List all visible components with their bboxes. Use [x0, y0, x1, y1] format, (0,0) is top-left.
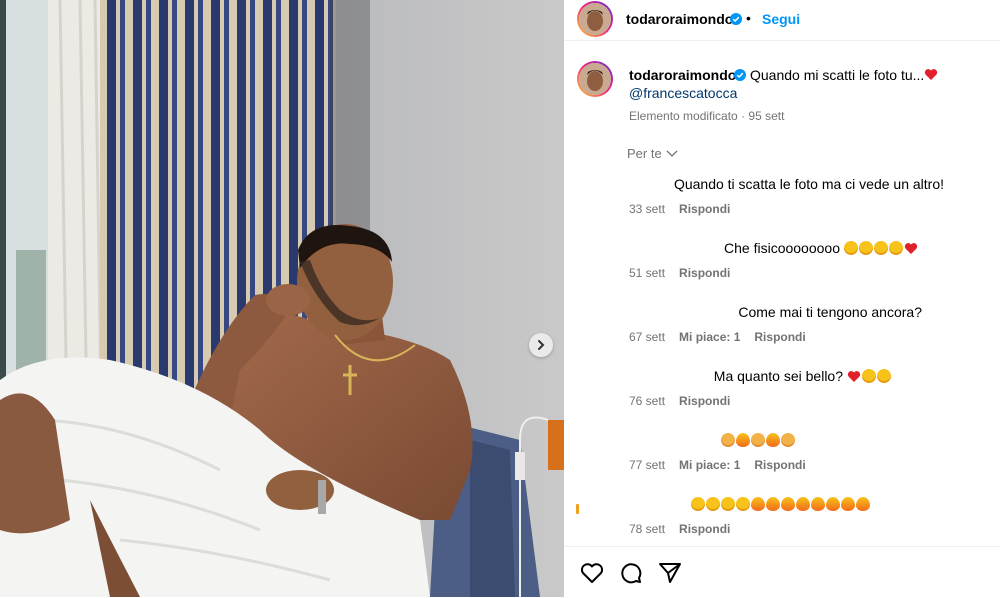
caption-avatar[interactable] — [577, 61, 613, 97]
fire-emoji-icon — [856, 497, 870, 511]
caption-username[interactable]: todaroraimondo — [629, 67, 736, 83]
heart-eyes-emoji-icon — [691, 497, 705, 511]
post-header: todaroraimondo • Segui — [564, 0, 1000, 41]
follow-button[interactable]: Segui — [762, 11, 800, 27]
comment-bubble-icon[interactable] — [619, 562, 643, 584]
paper-plane-icon[interactable] — [658, 562, 682, 584]
comment-age: 78 sett — [629, 522, 666, 536]
comment-age: 77 sett — [629, 458, 666, 472]
heart-eyes-emoji-icon — [874, 241, 888, 255]
post-details-panel: todaroraimondo • Segui todaroraimondo Qu… — [564, 0, 1000, 597]
heart-eyes-emoji-icon — [721, 497, 735, 511]
raising-hands-emoji-icon — [721, 433, 735, 447]
fire-emoji-icon — [766, 433, 780, 447]
smiling-hearts-emoji-icon — [862, 369, 876, 383]
comment-text — [691, 496, 871, 512]
author-username[interactable]: todaroraimondo — [626, 11, 733, 27]
comment-meta: 76 sett Rispondi — [629, 394, 730, 408]
caption-age: 95 sett — [748, 109, 785, 123]
fire-emoji-icon — [841, 497, 855, 511]
fire-emoji-icon — [796, 497, 810, 511]
comment-meta: 78 sett Rispondi — [629, 522, 730, 536]
author-avatar[interactable] — [577, 1, 613, 37]
see-translation-toggle[interactable]: Per te — [627, 146, 678, 161]
fire-emoji-icon — [781, 497, 795, 511]
avatar-photo — [579, 3, 611, 35]
fire-emoji-icon — [766, 497, 780, 511]
comment-body: Che fisicoooooooo — [724, 240, 840, 256]
comment-age: 33 sett — [629, 202, 666, 216]
next-photo-button[interactable] — [529, 333, 553, 357]
comment-text: Che fisicoooooooo — [724, 240, 919, 256]
heart-eyes-emoji-icon — [889, 241, 903, 255]
comment-text — [721, 432, 796, 448]
caption-meta: Elemento modificato · 95 sett — [629, 109, 785, 123]
reply-button[interactable]: Rispondi — [679, 202, 730, 216]
red-heart-emoji-icon — [904, 242, 918, 256]
raising-hands-emoji-icon — [781, 433, 795, 447]
comment-age: 67 sett — [629, 330, 666, 344]
fire-emoji-icon — [736, 433, 750, 447]
fire-emoji-icon — [751, 497, 765, 511]
chevron-down-icon — [666, 150, 678, 157]
comment-body: Quando ti scatta le foto ma ci vede un a… — [673, 176, 944, 192]
comment-likes-count[interactable]: Mi piace: 1 — [679, 330, 740, 344]
comment-age: 51 sett — [629, 266, 666, 280]
scroll-indicator — [576, 504, 579, 514]
comment-meta: 67 sett Mi piace: 1 Rispondi — [629, 330, 806, 344]
heart-eyes-emoji-icon — [736, 497, 750, 511]
red-heart-emoji-icon — [847, 370, 861, 384]
comment-body: Come mai ti tengono ancora? — [738, 304, 922, 320]
reply-button[interactable]: Rispondi — [679, 394, 730, 408]
heart-outline-icon[interactable] — [580, 562, 604, 584]
heart-eyes-emoji-icon — [859, 241, 873, 255]
photo-illustration — [0, 0, 564, 597]
avatar-photo — [579, 63, 611, 95]
smiling-hearts-emoji-icon — [877, 369, 891, 383]
comment-meta: 51 sett Rispondi — [629, 266, 730, 280]
sunglasses-emoji-icon — [844, 241, 858, 255]
verified-badge-icon — [730, 13, 742, 25]
header-separator: • — [746, 10, 751, 26]
chevron-right-icon — [538, 340, 545, 350]
verified-badge-icon — [734, 69, 746, 81]
comment-body: Ma quanto sei bello? — [713, 368, 843, 384]
red-heart-icon — [925, 69, 938, 80]
translate-label: Per te — [627, 146, 662, 161]
comment-text: Quando ti scatta le foto ma ci vede un a… — [674, 176, 944, 192]
reply-button[interactable]: Rispondi — [679, 266, 730, 280]
mention-link[interactable]: @francescatocca — [629, 85, 737, 101]
comment-text: Come mai ti tengono ancora? — [738, 304, 922, 320]
edited-label: Elemento modificato — [629, 109, 738, 123]
fire-emoji-icon — [826, 497, 840, 511]
raising-hands-emoji-icon — [751, 433, 765, 447]
fire-emoji-icon — [811, 497, 825, 511]
reply-button[interactable]: Rispondi — [754, 330, 805, 344]
post-photo — [0, 0, 564, 597]
comment-age: 76 sett — [629, 394, 666, 408]
reply-button[interactable]: Rispondi — [679, 522, 730, 536]
heart-eyes-emoji-icon — [706, 497, 720, 511]
comment-likes-count[interactable]: Mi piace: 1 — [679, 458, 740, 472]
comment-meta: 33 sett Rispondi — [629, 202, 730, 216]
reply-button[interactable]: Rispondi — [754, 458, 805, 472]
caption-text: Quando mi scatti le foto tu... — [750, 67, 938, 83]
comment-text: Ma quanto sei bello? — [714, 368, 892, 384]
comment-meta: 77 sett Mi piace: 1 Rispondi — [629, 458, 806, 472]
